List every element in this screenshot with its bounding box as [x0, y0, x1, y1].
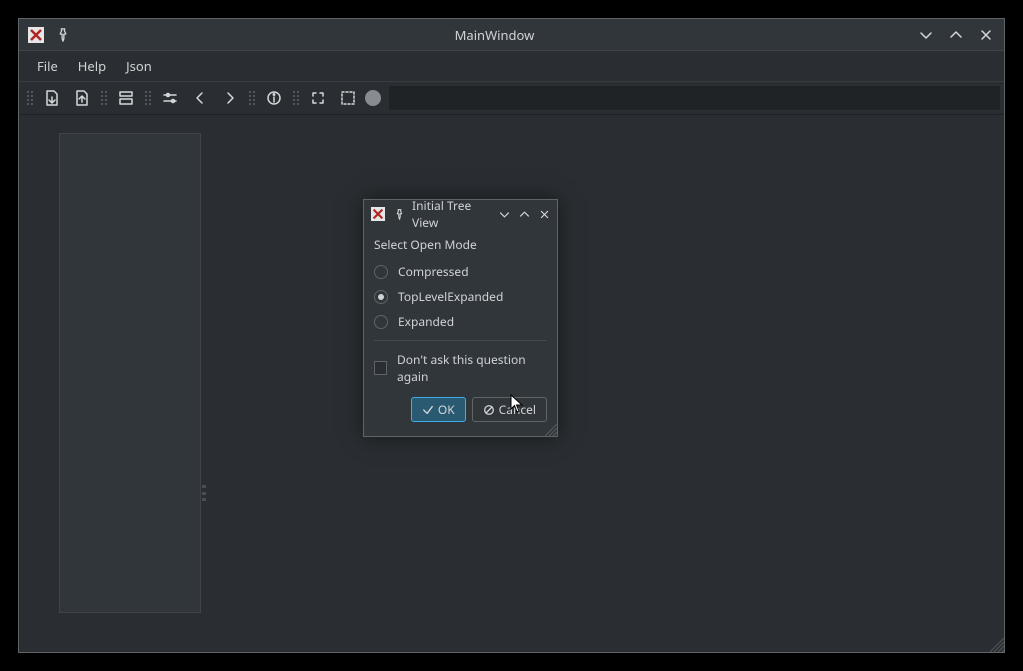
window-title: MainWindow — [73, 26, 916, 44]
radio-compressed[interactable]: Compressed — [374, 263, 547, 280]
radio-label: Expanded — [398, 313, 454, 330]
checkbox-label: Don't ask this question again — [397, 351, 547, 385]
radio-expanded[interactable]: Expanded — [374, 313, 547, 330]
dialog-pin-icon[interactable] — [390, 205, 408, 223]
initial-tree-view-dialog: Initial Tree View Select Open Mode — [363, 199, 558, 437]
import-file-button[interactable] — [37, 84, 67, 112]
dialog-titlebar[interactable]: Initial Tree View — [364, 200, 557, 228]
cancel-button[interactable]: Cancel — [472, 397, 547, 422]
toolbar-address-field[interactable] — [389, 86, 1000, 110]
dialog-app-icon — [370, 206, 386, 222]
toolbar-grip[interactable] — [27, 86, 33, 110]
cancel-icon — [483, 404, 495, 416]
toolbar-grip-2[interactable] — [101, 86, 107, 110]
app-icon — [27, 26, 45, 44]
radio-label: TopLevelExpanded — [398, 288, 503, 305]
export-file-button[interactable] — [67, 84, 97, 112]
dont-ask-checkbox[interactable]: Don't ask this question again — [374, 351, 547, 385]
dialog-title: Initial Tree View — [412, 197, 497, 231]
toolbar — [19, 81, 1004, 115]
pin-icon[interactable] — [53, 25, 73, 45]
check-icon — [422, 404, 434, 416]
dialog-resize-grip[interactable] — [545, 424, 557, 436]
toolbar-grip-4[interactable] — [249, 86, 255, 110]
info-button[interactable] — [259, 84, 289, 112]
cancel-button-label: Cancel — [499, 401, 536, 418]
select-region-button[interactable] — [333, 84, 363, 112]
toolbar-grip-5[interactable] — [293, 86, 299, 110]
radio-top-level-expanded[interactable]: TopLevelExpanded — [374, 288, 547, 305]
window-resize-grip[interactable] — [990, 638, 1004, 652]
radio-label: Compressed — [398, 263, 469, 280]
dialog-heading: Select Open Mode — [374, 236, 547, 253]
fit-view-button[interactable] — [303, 84, 333, 112]
dialog-maximize-button[interactable] — [517, 207, 531, 221]
close-button[interactable] — [976, 25, 996, 45]
menubar: File Help Json — [19, 51, 1004, 81]
ok-button-label: OK — [438, 401, 455, 418]
thumbnail-panel[interactable] — [59, 133, 201, 613]
ok-button[interactable]: OK — [411, 397, 466, 422]
titlebar[interactable]: MainWindow — [19, 19, 1004, 51]
color-marker-icon[interactable] — [365, 90, 381, 106]
settings-sliders-button[interactable] — [155, 84, 185, 112]
nav-back-button[interactable] — [185, 84, 215, 112]
toolbar-grip-3[interactable] — [145, 86, 151, 110]
main-area: Initial Tree View Select Open Mode — [19, 115, 1004, 652]
radio-indicator — [374, 265, 388, 279]
radio-indicator — [374, 290, 388, 304]
menu-help[interactable]: Help — [68, 53, 116, 79]
radio-indicator — [374, 315, 388, 329]
panel-toggle-button[interactable] — [111, 84, 141, 112]
nav-forward-button[interactable] — [215, 84, 245, 112]
dialog-minimize-button[interactable] — [497, 207, 511, 221]
checkbox-indicator — [374, 361, 387, 375]
dialog-separator — [374, 340, 547, 341]
main-window: MainWindow File Help Json — [18, 18, 1005, 653]
minimize-button[interactable] — [916, 25, 936, 45]
splitter-handle[interactable] — [202, 485, 206, 501]
menu-file[interactable]: File — [27, 53, 68, 79]
dialog-close-button[interactable] — [537, 207, 551, 221]
maximize-button[interactable] — [946, 25, 966, 45]
menu-json[interactable]: Json — [116, 53, 162, 79]
